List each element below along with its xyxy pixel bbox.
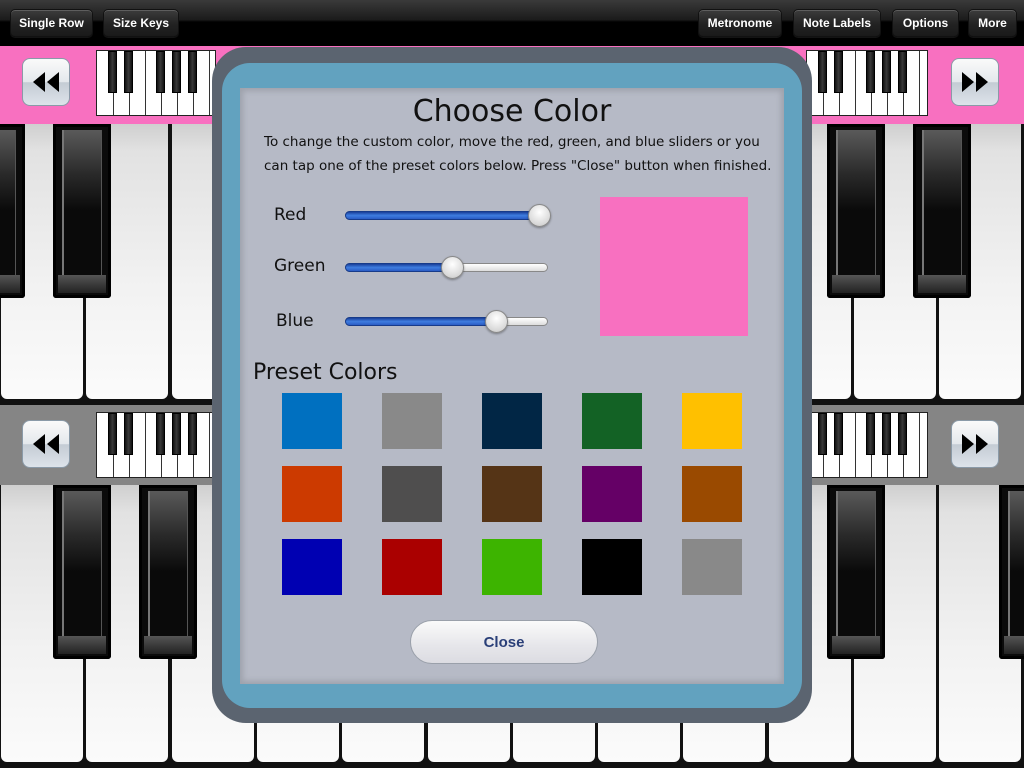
mini-black-key	[188, 51, 197, 93]
mini-black-key	[818, 51, 827, 93]
slider-thumb[interactable]	[485, 310, 508, 333]
top-toolbar: Single Row Size Keys Metronome Note Labe…	[0, 0, 1024, 44]
black-key[interactable]	[0, 124, 25, 298]
options-button[interactable]: Options	[892, 9, 959, 37]
preset-color-swatch[interactable]	[582, 539, 642, 595]
mini-black-key	[898, 413, 907, 455]
mini-white-key-divider	[145, 51, 146, 115]
top-mini-keyboard-left[interactable]	[96, 50, 216, 116]
preset-color-swatch[interactable]	[382, 466, 442, 522]
preset-colors-heading: Preset Colors	[253, 360, 398, 385]
mini-white-key-divider	[855, 413, 856, 477]
mini-black-key	[188, 413, 197, 455]
preset-color-swatch[interactable]	[682, 466, 742, 522]
mini-white-key-divider	[209, 413, 210, 477]
slider-fill	[345, 263, 456, 272]
blue-slider-label: Blue	[276, 311, 314, 331]
black-key[interactable]	[827, 485, 885, 659]
mini-black-key	[866, 413, 875, 455]
green-slider[interactable]	[345, 256, 548, 279]
mini-white-key-divider	[919, 51, 920, 115]
mini-black-key	[124, 51, 133, 93]
preset-color-swatch[interactable]	[482, 539, 542, 595]
slider-thumb[interactable]	[528, 204, 551, 227]
mini-white-key-divider	[855, 51, 856, 115]
mini-black-key	[818, 413, 827, 455]
fast-forward-icon	[962, 434, 988, 454]
slider-fill	[345, 317, 500, 326]
preset-color-swatch[interactable]	[482, 393, 542, 449]
choose-color-dialog: Choose Color To change the custom color,…	[240, 88, 784, 684]
bottom-forward-button[interactable]	[951, 420, 999, 468]
rewind-icon	[33, 434, 59, 454]
single-row-button[interactable]: Single Row	[10, 9, 93, 37]
black-key[interactable]	[827, 124, 885, 298]
mini-black-key	[172, 51, 181, 93]
mini-white-key-divider	[209, 51, 210, 115]
slider-fill	[345, 211, 543, 220]
mini-black-key	[108, 413, 117, 455]
note-labels-button[interactable]: Note Labels	[793, 9, 881, 37]
black-key[interactable]	[53, 124, 111, 298]
fast-forward-icon	[962, 72, 988, 92]
mini-white-key-divider	[919, 413, 920, 477]
mini-black-key	[866, 51, 875, 93]
mini-black-key	[882, 51, 891, 93]
preset-color-swatch[interactable]	[282, 539, 342, 595]
preset-color-swatch[interactable]	[682, 393, 742, 449]
preset-color-swatch[interactable]	[482, 466, 542, 522]
mini-black-key	[882, 413, 891, 455]
black-key[interactable]	[999, 485, 1024, 659]
preset-color-swatch[interactable]	[582, 393, 642, 449]
mini-black-key	[834, 413, 843, 455]
red-slider[interactable]	[345, 204, 551, 227]
dialog-description: To change the custom color, move the red…	[264, 134, 772, 174]
mini-black-key	[124, 413, 133, 455]
dialog-title: Choose Color	[412, 94, 612, 129]
slider-thumb[interactable]	[441, 256, 464, 279]
bottom-mini-keyboard-left[interactable]	[96, 412, 216, 478]
metronome-button[interactable]: Metronome	[698, 9, 782, 37]
preset-color-swatch[interactable]	[282, 393, 342, 449]
bottom-mini-keyboard-right[interactable]	[806, 412, 928, 478]
more-button[interactable]: More	[968, 9, 1017, 37]
top-mini-keyboard-right[interactable]	[806, 50, 928, 116]
mini-white-key-divider	[145, 413, 146, 477]
preset-color-swatch[interactable]	[382, 393, 442, 449]
preset-color-swatch[interactable]	[582, 466, 642, 522]
close-button[interactable]: Close	[410, 620, 598, 664]
blue-slider[interactable]	[345, 310, 548, 333]
size-keys-button[interactable]: Size Keys	[103, 9, 179, 37]
mini-black-key	[898, 51, 907, 93]
rewind-icon	[33, 72, 59, 92]
mini-black-key	[834, 51, 843, 93]
top-forward-button[interactable]	[951, 58, 999, 106]
preset-color-swatch[interactable]	[282, 466, 342, 522]
mini-black-key	[156, 51, 165, 93]
black-key[interactable]	[53, 485, 111, 659]
mini-black-key	[156, 413, 165, 455]
mini-black-key	[108, 51, 117, 93]
top-rewind-button[interactable]	[22, 58, 70, 106]
green-slider-label: Green	[274, 256, 326, 276]
preset-color-swatch[interactable]	[382, 539, 442, 595]
mini-black-key	[172, 413, 181, 455]
red-slider-label: Red	[274, 205, 307, 225]
black-key[interactable]	[913, 124, 971, 298]
preset-color-swatch[interactable]	[682, 539, 742, 595]
bottom-rewind-button[interactable]	[22, 420, 70, 468]
black-key[interactable]	[139, 485, 197, 659]
current-color-preview	[600, 197, 748, 336]
